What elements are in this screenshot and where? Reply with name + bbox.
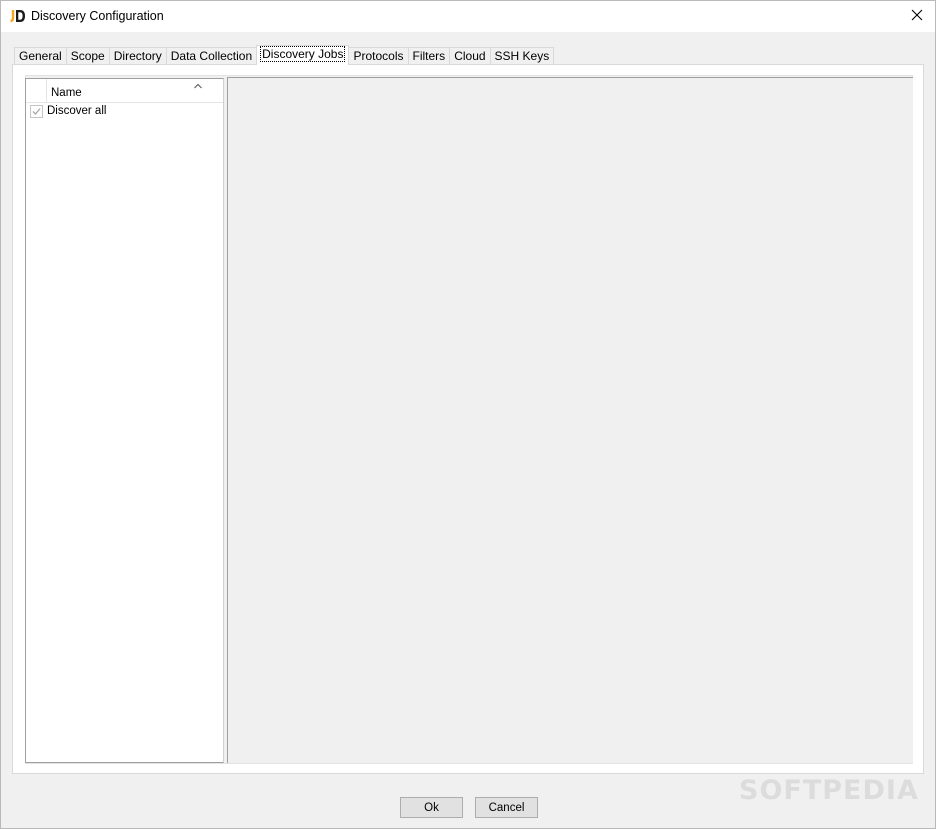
close-icon [911,9,923,24]
close-button[interactable] [899,1,935,32]
jd-logo-icon [10,9,26,23]
tab-ssh-keys[interactable]: SSH Keys [489,47,555,65]
discovery-jobs-panel: Name Discover all [12,64,924,774]
job-details-pane [227,77,913,763]
tab-scope[interactable]: Scope [65,47,110,65]
tree-row-label: Discover all [47,105,107,117]
column-separator [46,79,47,103]
cancel-button[interactable]: Cancel [475,797,538,818]
window-title: Discovery Configuration [31,9,164,23]
name-column-label: Name [51,87,82,99]
tab-cloud[interactable]: Cloud [449,47,491,65]
tree-column-header[interactable]: Name [26,79,223,103]
ok-button[interactable]: Ok [400,797,463,818]
tab-directory[interactable]: Directory [108,47,167,65]
softpedia-watermark: SOFTPEDIA [739,775,919,806]
tab-filters[interactable]: Filters [407,47,451,65]
title-bar: Discovery Configuration [1,1,935,32]
sort-ascending-icon [193,79,203,89]
discovery-configuration-dialog: Discovery Configuration General Scope Di… [0,0,936,829]
tab-general[interactable]: General [14,47,67,65]
tab-strip: General Scope Directory Data Collection … [14,45,555,65]
tab-discovery-jobs[interactable]: Discovery Jobs [256,45,350,65]
tree-row-discover-all[interactable]: Discover all [26,104,223,121]
checkmark-icon [32,108,41,115]
tab-data-collection[interactable]: Data Collection [165,47,258,65]
discover-all-checkbox[interactable] [30,105,43,118]
tab-protocols[interactable]: Protocols [348,47,409,65]
discovery-jobs-tree[interactable]: Name Discover all [25,78,224,763]
